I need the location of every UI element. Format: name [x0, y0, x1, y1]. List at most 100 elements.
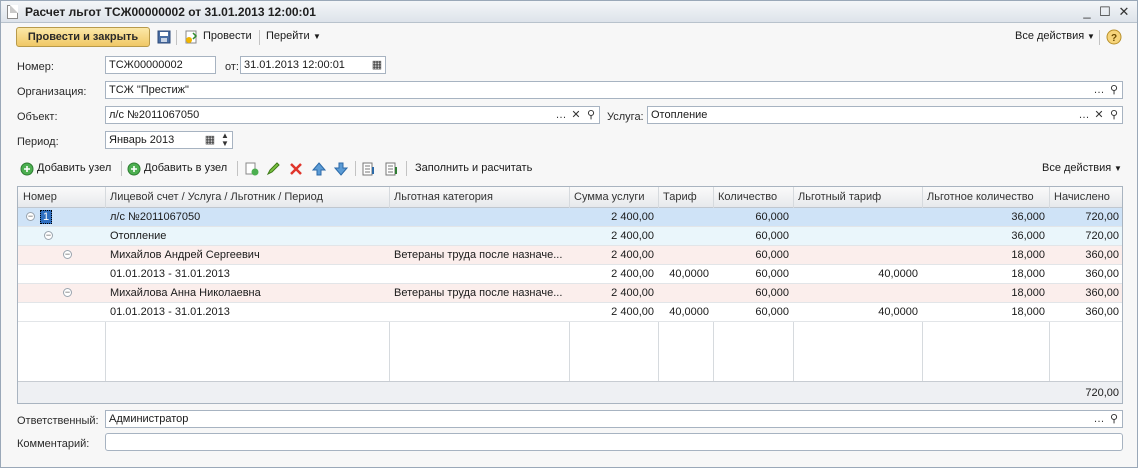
save-icon[interactable] [157, 30, 171, 44]
collapse-icon[interactable]: − [63, 288, 72, 297]
row-accrued: 720,00 [1085, 230, 1119, 242]
row-qty: 60,000 [755, 306, 789, 318]
column-header[interactable]: Сумма услуги [574, 191, 645, 203]
table-row[interactable]: − Михайлова Анна Николаевна Ветераны тру… [18, 284, 1122, 303]
row-accrued: 360,00 [1085, 249, 1119, 261]
post-icon[interactable] [184, 30, 198, 44]
table-row[interactable]: − Михайлов Андрей Сергеевич Ветераны тру… [18, 246, 1122, 265]
column-header[interactable]: Номер [23, 191, 57, 203]
comment-label: Комментарий: [17, 438, 90, 450]
svg-text:?: ? [1111, 33, 1117, 44]
move-down-icon[interactable] [334, 162, 348, 176]
collapse-icon[interactable]: − [26, 212, 35, 221]
choose-button[interactable]: … [1077, 107, 1091, 123]
responsible-label: Ответственный: [17, 415, 99, 427]
post-button[interactable]: Провести [203, 30, 252, 42]
calendar-icon[interactable]: ▦ [370, 57, 384, 73]
chevron-down-icon[interactable]: ▼ [313, 32, 321, 41]
toolbar-separator [1099, 30, 1100, 45]
column-header[interactable]: Льготное количество [927, 191, 1034, 203]
choose-button[interactable]: … [554, 107, 568, 123]
toolbar-separator [259, 30, 260, 45]
search-icon[interactable]: ⚲ [584, 107, 598, 123]
table-row[interactable]: 01.01.2013 - 31.01.2013 2 400,00 40,0000… [18, 303, 1122, 322]
choose-button[interactable]: … [1092, 411, 1106, 427]
document-window: Расчет льгот ТСЖ00000002 от 31.01.2013 1… [0, 0, 1138, 468]
copy-row-icon[interactable] [245, 162, 259, 176]
add-in-node-button[interactable]: Добавить в узел [144, 162, 227, 174]
search-icon[interactable]: ⚲ [1107, 411, 1121, 427]
goto-button[interactable]: Перейти [266, 30, 310, 42]
collapse-all-icon[interactable] [385, 162, 399, 176]
organization-field[interactable]: ТСЖ "Престиж" [105, 81, 1123, 99]
collapse-icon[interactable]: − [63, 250, 72, 259]
title-bar: Расчет льгот ТСЖ00000002 от 31.01.2013 1… [1, 1, 1137, 23]
row-qty: 60,000 [755, 249, 789, 261]
row-sum: 2 400,00 [611, 249, 654, 261]
service-field[interactable]: Отопление [647, 106, 1123, 124]
object-field[interactable]: л/с №2011067050 [105, 106, 600, 124]
search-icon[interactable]: ⚲ [1107, 82, 1121, 98]
add-in-node-icon[interactable] [127, 162, 141, 176]
column-header[interactable]: Тариф [663, 191, 697, 203]
row-accrued: 360,00 [1085, 287, 1119, 299]
row-accrued: 720,00 [1085, 211, 1119, 223]
expand-all-icon[interactable] [362, 162, 376, 176]
chevron-down-icon[interactable]: ▼ [1087, 32, 1095, 41]
row-name: 01.01.2013 - 31.01.2013 [110, 306, 230, 318]
column-header[interactable]: Льготный тариф [798, 191, 881, 203]
column-header[interactable]: Количество [718, 191, 777, 203]
add-node-button[interactable]: Добавить узел [37, 162, 111, 174]
clear-icon[interactable]: ✕ [569, 107, 583, 123]
responsible-field[interactable]: Администратор [105, 410, 1123, 428]
chevron-down-icon[interactable]: ▼ [1114, 164, 1122, 173]
maximize-icon[interactable]: ☐ [1097, 4, 1113, 20]
spin-stepper[interactable]: ▲ ▼ [218, 132, 232, 148]
column-header[interactable]: Начислено [1054, 191, 1110, 203]
date-field[interactable]: 31.01.2013 12:00:01 [240, 56, 386, 74]
row-tariff: 40,0000 [669, 306, 709, 318]
calendar-icon[interactable]: ▦ [203, 132, 217, 148]
post-and-close-button[interactable]: Провести и закрыть [16, 27, 150, 47]
delete-icon[interactable] [289, 162, 303, 176]
row-lqty: 18,000 [1011, 287, 1045, 299]
row-sum: 2 400,00 [611, 211, 654, 223]
move-up-icon[interactable] [312, 162, 326, 176]
choose-button[interactable]: … [1092, 82, 1106, 98]
row-name: л/с №2011067050 [110, 211, 201, 223]
main-toolbar: Провести и закрыть Провести Перейти ▼ Вс… [2, 24, 1136, 50]
table-row[interactable]: − 1 л/с №2011067050 2 400,00 60,000 36,0… [18, 208, 1122, 227]
comment-field[interactable] [105, 433, 1123, 451]
row-qty: 60,000 [755, 230, 789, 242]
column-header[interactable]: Лицевой счет / Услуга / Льготник / Перио… [110, 191, 323, 203]
table-footer: 720,00 [18, 381, 1122, 403]
help-icon[interactable]: ? [1106, 29, 1122, 45]
number-label: Номер: [17, 61, 54, 73]
total-accrued: 720,00 [1085, 387, 1119, 399]
collapse-icon[interactable]: − [44, 231, 53, 240]
add-node-icon[interactable] [20, 162, 34, 176]
row-accrued: 360,00 [1085, 268, 1119, 280]
search-icon[interactable]: ⚲ [1107, 107, 1121, 123]
clear-icon[interactable]: ✕ [1092, 107, 1106, 123]
edit-pencil-icon[interactable] [266, 162, 280, 176]
organization-label: Организация: [17, 86, 87, 98]
document-icon [7, 5, 18, 19]
fill-and-calculate-button[interactable]: Заполнить и расчитать [415, 162, 532, 174]
number-field[interactable]: ТСЖ00000002 [105, 56, 216, 74]
row-lqty: 18,000 [1011, 268, 1045, 280]
close-icon[interactable]: ✕ [1116, 4, 1132, 20]
benefits-table[interactable]: Номер Лицевой счет / Услуга / Льготник /… [17, 186, 1123, 404]
table-row[interactable]: 01.01.2013 - 31.01.2013 2 400,00 40,0000… [18, 265, 1122, 284]
toolbar-separator [406, 161, 407, 176]
row-category: Ветераны труда после назначе... [394, 249, 563, 261]
column-header[interactable]: Льготная категория [394, 191, 493, 203]
table-row[interactable]: − Отопление 2 400,00 60,000 36,000 720,0… [18, 227, 1122, 246]
row-number: 1 [40, 210, 53, 224]
table-all-actions-button[interactable]: Все действия [1042, 162, 1111, 174]
minimize-icon[interactable]: _ [1079, 4, 1095, 20]
row-name: Михайлов Андрей Сергеевич [110, 249, 260, 261]
row-tariff: 40,0000 [669, 268, 709, 280]
service-label: Услуга: [607, 111, 644, 123]
all-actions-button[interactable]: Все действия [1015, 30, 1084, 42]
